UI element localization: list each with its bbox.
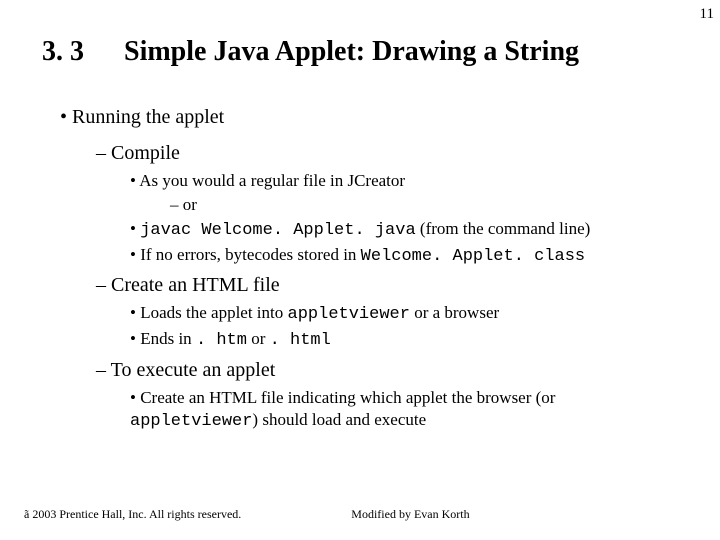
text: Ends in	[140, 329, 196, 348]
bullet-l2: – To execute an applet	[96, 357, 680, 383]
bullet-l3: • Create an HTML file indicating which a…	[130, 387, 680, 433]
bullet-l3: • Loads the applet into appletviewer or …	[130, 302, 680, 326]
code: javac Welcome. Applet. java	[140, 221, 415, 240]
slide-content: • Running the applet – Compile • As you …	[0, 68, 720, 433]
page-number: 11	[700, 6, 714, 23]
text: Compile	[111, 142, 180, 164]
bullet-l2: – Compile	[96, 140, 680, 166]
text: or a browser	[410, 303, 499, 322]
bullet-l2: – Create an HTML file	[96, 272, 680, 298]
section-number: 3. 3	[42, 36, 84, 68]
text: If no errors, bytecodes stored in	[140, 245, 360, 264]
bullet-l4: – or	[170, 194, 680, 216]
modified-by: Modified by Evan Korth	[351, 507, 469, 522]
text: ) should load and execute	[252, 410, 426, 429]
section-title: Simple Java Applet: Drawing a String	[124, 36, 579, 68]
text: (from the command line)	[416, 219, 591, 238]
bullet-l3: • javac Welcome. Applet. java (from the …	[130, 218, 680, 242]
text: or	[183, 195, 197, 214]
bullet-l3: • Ends in . htm or . html	[130, 328, 680, 352]
text: As you would a regular file in JCreator	[139, 171, 405, 190]
text: To execute an applet	[111, 359, 276, 381]
text: Running the applet	[72, 106, 224, 128]
text: Create an HTML file	[111, 274, 280, 296]
text: 2003 Prentice Hall, Inc. All rights rese…	[32, 507, 241, 521]
slide-footer: ã 2003 Prentice Hall, Inc. All rights re…	[24, 507, 696, 522]
slide-title-row: 3. 3 Simple Java Applet: Drawing a Strin…	[0, 0, 720, 68]
bullet-l1: • Running the applet	[60, 104, 680, 130]
code: . htm	[196, 331, 247, 350]
code: appletviewer	[288, 305, 410, 324]
bullet-l3: • If no errors, bytecodes stored in Welc…	[130, 244, 680, 268]
text: Loads the applet into	[140, 303, 287, 322]
copyright: ã 2003 Prentice Hall, Inc. All rights re…	[24, 507, 241, 522]
bullet-l3: • As you would a regular file in JCreato…	[130, 170, 680, 192]
text: Create an HTML file indicating which app…	[140, 388, 555, 407]
code: Welcome. Applet. class	[361, 247, 585, 266]
code: appletviewer	[130, 412, 252, 431]
code: . html	[270, 331, 331, 350]
text: or	[247, 329, 270, 348]
